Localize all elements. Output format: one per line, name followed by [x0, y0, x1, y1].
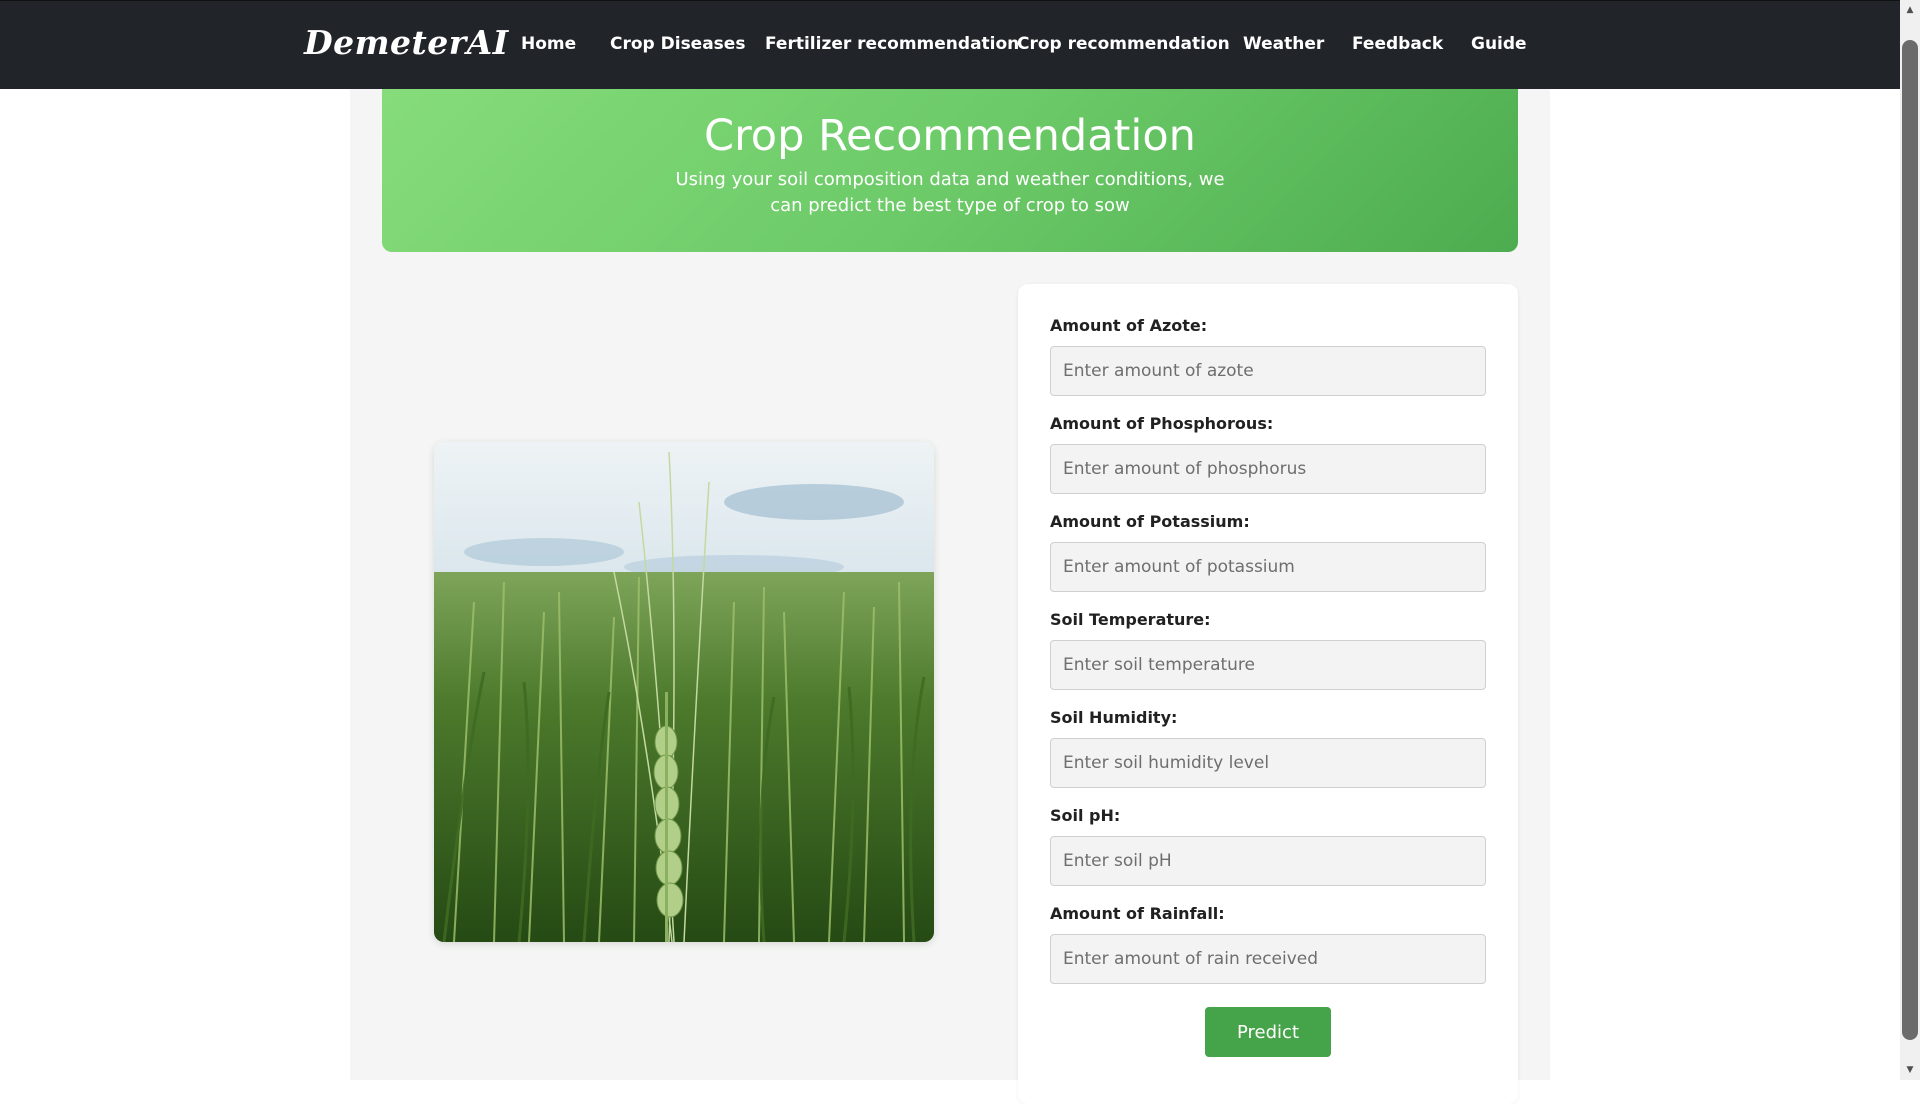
phosphorous-label: Amount of Phosphorous: [1050, 414, 1274, 433]
soil-temperature-input[interactable] [1050, 640, 1486, 690]
phosphorous-input[interactable] [1050, 444, 1486, 494]
potassium-input[interactable] [1050, 542, 1486, 592]
nav-item-crop-diseases[interactable]: Crop Diseases [610, 34, 745, 54]
triangle-down-icon[interactable]: ▼ [1900, 1060, 1920, 1080]
navbar: DemeterAI Home Crop Diseases Fertilizer … [0, 0, 1900, 89]
soil-humidity-input[interactable] [1050, 738, 1486, 788]
rainfall-input[interactable] [1050, 934, 1486, 984]
nav-item-weather[interactable]: Weather [1243, 34, 1324, 54]
hero-banner: Crop Recommendation Using your soil comp… [382, 89, 1518, 252]
vertical-scrollbar[interactable]: ▲ ▼ [1900, 0, 1920, 1080]
nav-item-crop-recommendation[interactable]: Crop recommendation [1017, 34, 1230, 54]
azote-input[interactable] [1050, 346, 1486, 396]
page-subtitle: Using your soil composition data and wea… [675, 169, 1225, 216]
nav-item-guide[interactable]: Guide [1471, 34, 1527, 54]
soil-ph-input[interactable] [1050, 836, 1486, 886]
scrollbar-thumb[interactable] [1902, 40, 1918, 1040]
azote-label: Amount of Azote: [1050, 316, 1208, 335]
soil-ph-label: Soil pH: [1050, 806, 1121, 825]
soil-humidity-label: Soil Humidity: [1050, 708, 1178, 727]
nav-item-feedback[interactable]: Feedback [1352, 34, 1443, 54]
crop-recommendation-form: Amount of Azote: Amount of Phosphorous: … [1018, 284, 1518, 1104]
rainfall-label: Amount of Rainfall: [1050, 904, 1225, 923]
main-container: Crop Recommendation Using your soil comp… [350, 89, 1550, 1104]
wheat-field-illustration [434, 442, 934, 942]
brand-logo[interactable]: DemeterAI [304, 23, 509, 62]
soil-temperature-label: Soil Temperature: [1050, 610, 1211, 629]
predict-button[interactable]: Predict [1205, 1007, 1331, 1057]
wheat-field-image [434, 442, 934, 942]
page-title: Crop Recommendation [704, 111, 1196, 161]
nav-item-home[interactable]: Home [521, 34, 576, 54]
potassium-label: Amount of Potassium: [1050, 512, 1250, 531]
nav-item-fertilizer-recommendation[interactable]: Fertilizer recommendation [765, 34, 1019, 54]
triangle-up-icon[interactable]: ▲ [1900, 0, 1920, 20]
